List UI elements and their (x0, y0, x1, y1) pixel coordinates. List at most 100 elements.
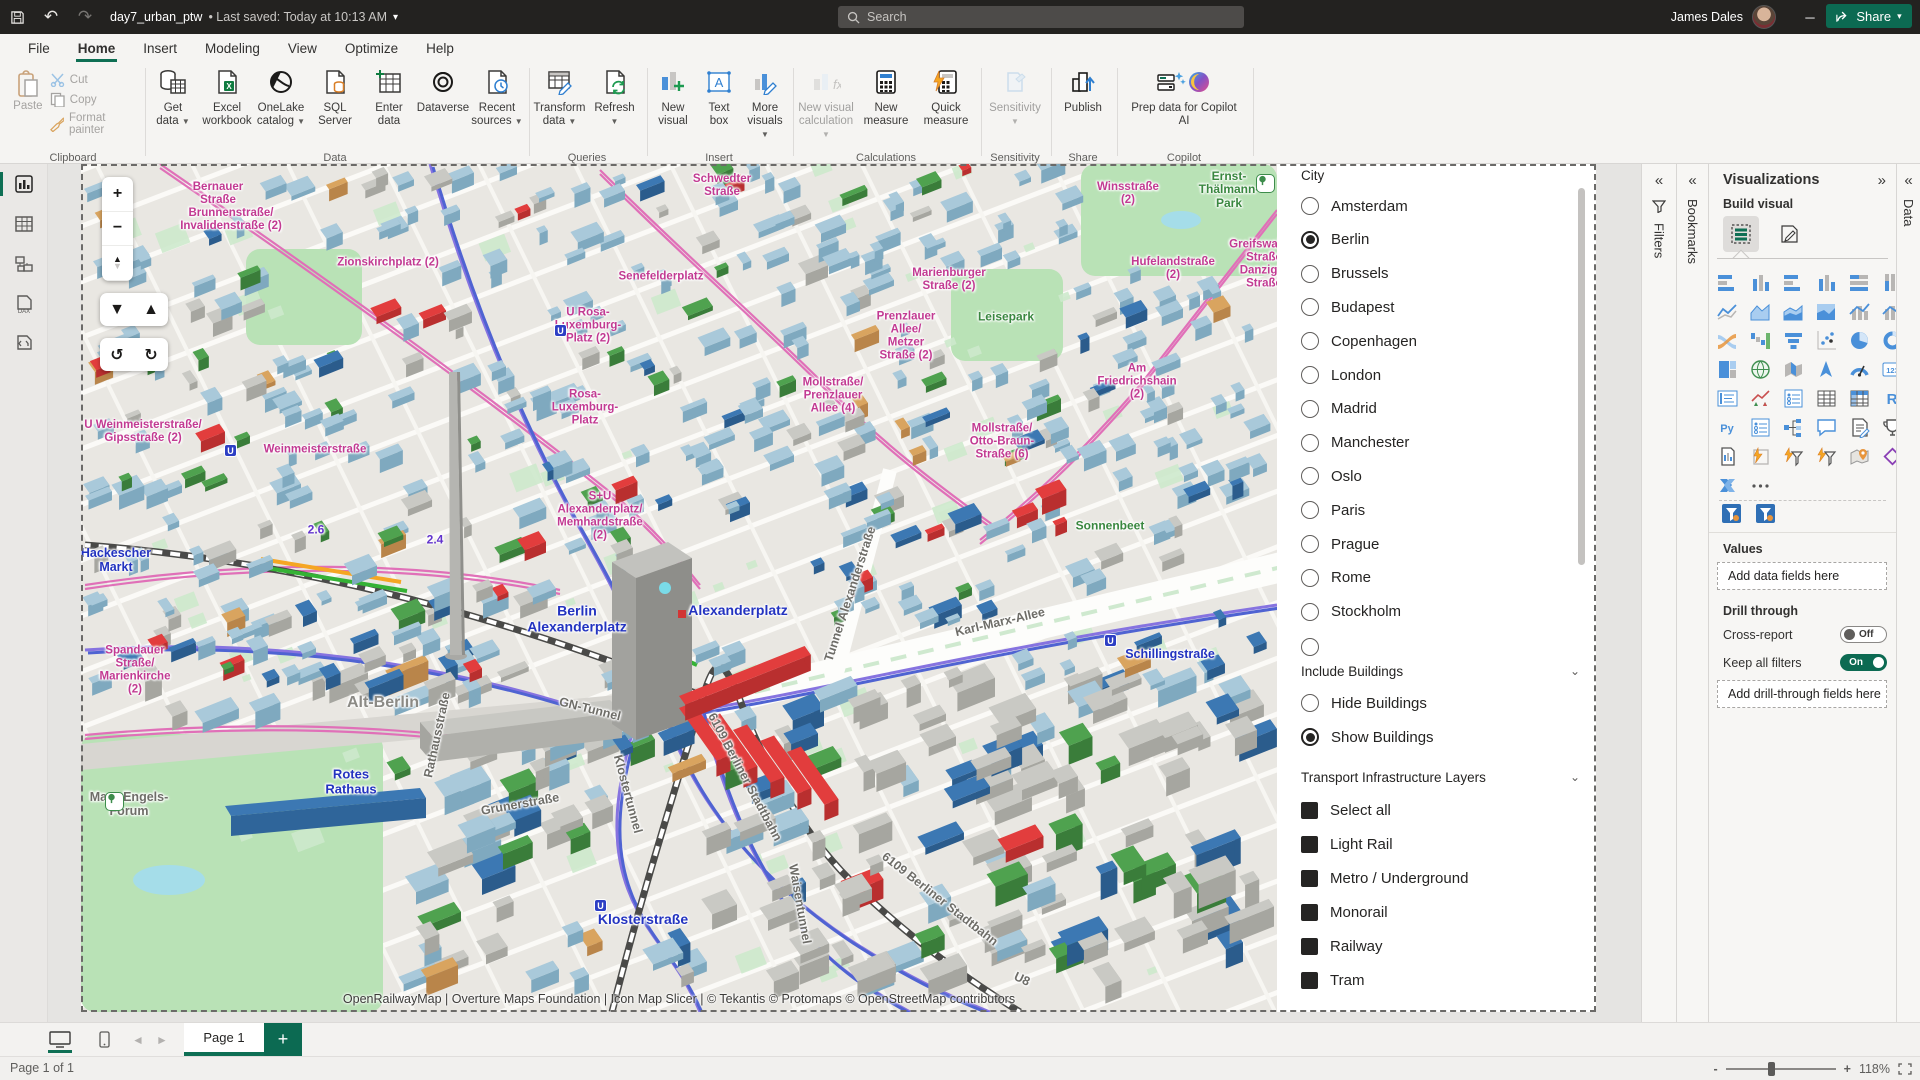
menu-tab-file[interactable]: File (14, 34, 64, 62)
share-button[interactable]: Share▾ (1826, 4, 1912, 28)
cross-report-toggle[interactable]: Off (1840, 626, 1887, 643)
visual-type-paginated-report[interactable] (1715, 444, 1739, 468)
save-icon[interactable] (0, 0, 34, 34)
visual-type-area[interactable] (1748, 299, 1772, 323)
city-option-stockholm[interactable]: Stockholm (1301, 600, 1401, 624)
city-option-brussels[interactable]: Brussels (1301, 262, 1389, 286)
city-option-prague[interactable]: Prague (1301, 532, 1379, 556)
zoom-slider-handle[interactable] (1768, 1062, 1775, 1076)
visual-type-tuple-slicer[interactable] (1748, 415, 1772, 439)
city-option-berlin[interactable]: Berlin (1301, 228, 1369, 252)
zoom-out-button[interactable]: - (1713, 1062, 1717, 1076)
visual-type-qa[interactable] (1814, 415, 1838, 439)
get-data-button[interactable]: Getdata ▼ (146, 64, 200, 128)
city-option-london[interactable]: London (1301, 363, 1381, 387)
keep-all-filters-toggle[interactable]: On (1840, 654, 1887, 671)
expand-data-icon[interactable]: « (1897, 172, 1920, 189)
excel-workbook-button[interactable]: XExcelworkbook (200, 64, 254, 128)
filters-pane-collapsed[interactable]: « Filters (1641, 164, 1676, 1022)
sql-server-button[interactable]: SQLServer (308, 64, 362, 128)
publish-button[interactable]: Publish (1054, 64, 1112, 115)
zoom-in-button[interactable]: + (1844, 1062, 1851, 1076)
new-measure-button[interactable]: Newmeasure (856, 64, 916, 128)
data-pane-collapsed[interactable]: « Data (1896, 164, 1920, 1022)
menu-tab-help[interactable]: Help (412, 34, 468, 62)
visual-type-multi-row-card[interactable] (1715, 386, 1739, 410)
mobile-layout-button[interactable] (82, 1023, 126, 1056)
visual-type-clustered-column[interactable] (1814, 270, 1838, 294)
visual-type-decomposition-tree[interactable] (1781, 415, 1805, 439)
visual-type-scatter[interactable] (1814, 328, 1838, 352)
icon-map-slicer[interactable] (1721, 503, 1743, 525)
icon-map-slicer-2[interactable] (1755, 503, 1777, 525)
menu-tab-insert[interactable]: Insert (129, 34, 191, 62)
visual-type-stacked-bar[interactable] (1715, 270, 1739, 294)
visual-type-python[interactable]: Py (1715, 415, 1739, 439)
visual-type-more[interactable] (1748, 473, 1772, 497)
visual-type-matrix[interactable] (1847, 386, 1871, 410)
menu-tab-modeling[interactable]: Modeling (191, 34, 274, 62)
onelake-catalog-button[interactable]: OneLakecatalog ▼ (254, 64, 308, 128)
add-page-button[interactable]: + (264, 1023, 302, 1056)
more-visuals-button[interactable]: Morevisuals ▼ (742, 64, 788, 141)
buildings-option-hide[interactable]: Hide Buildings (1301, 691, 1427, 715)
add-data-fields-well[interactable]: Add data fields here (1717, 562, 1887, 590)
map-canvas[interactable] (81, 164, 1277, 1012)
buildings-option-show[interactable]: Show Buildings (1301, 725, 1434, 749)
sidebar-item-tmdl-view[interactable] (0, 324, 48, 364)
city-option-manchester[interactable]: Manchester (1301, 431, 1409, 455)
visual-type-slicer[interactable] (1781, 386, 1805, 410)
transport-option-light-rail[interactable]: Light Rail (1301, 832, 1393, 856)
zoom-slider[interactable] (1726, 1068, 1836, 1070)
city-option-copenhagen[interactable]: Copenhagen (1301, 329, 1417, 353)
map-rotate-cw-button[interactable]: ↻ (134, 338, 168, 371)
fit-to-page-icon[interactable] (1898, 1063, 1912, 1075)
map-rotate-ccw-button[interactable]: ↺ (100, 338, 134, 371)
transport-option-select-all[interactable]: Select all (1301, 798, 1391, 822)
visual-type-100-stacked-area[interactable] (1814, 299, 1838, 323)
city-option-rome[interactable]: Rome (1301, 566, 1371, 590)
search-input[interactable]: Search (838, 6, 1244, 28)
transport-option-railway[interactable]: Railway (1301, 934, 1383, 958)
city-option-amsterdam[interactable]: Amsterdam (1301, 194, 1408, 218)
expand-filters-icon[interactable]: « (1642, 172, 1676, 189)
dataverse-button[interactable]: Dataverse (416, 64, 470, 115)
map-tilt-down-button[interactable]: ▼ (100, 293, 134, 326)
add-drill-through-well[interactable]: Add drill-through fields here (1717, 680, 1887, 708)
visual-type-dynamic-slicer[interactable] (1814, 444, 1838, 468)
title-dropdown-caret[interactable]: ▾ (393, 12, 398, 23)
transform-data-button[interactable]: Transformdata ▼ (532, 64, 587, 128)
bookmarks-pane-collapsed[interactable]: « Bookmarks (1676, 164, 1708, 1022)
city-option-oslo[interactable]: Oslo (1301, 464, 1362, 488)
transport-option-tram[interactable]: Tram (1301, 968, 1364, 992)
menu-tab-view[interactable]: View (274, 34, 331, 62)
icon-map-visual[interactable]: Bernauer StraßeSchwedter StraßeBrunnenst… (81, 164, 1277, 1012)
city-option-paris[interactable]: Paris (1301, 498, 1365, 522)
visual-type-map[interactable] (1748, 357, 1772, 381)
refresh-button[interactable]: Refresh ▼ (587, 64, 642, 128)
prep-data-for-copilot-ai-button[interactable]: Prep data for CopilotAI (1120, 64, 1248, 128)
desktop-layout-button[interactable] (38, 1023, 82, 1056)
map-pitch-button[interactable]: ▲▼ (102, 246, 133, 281)
sidebar-item-report-view[interactable] (0, 164, 48, 204)
visual-type-clustered-bar[interactable] (1781, 270, 1805, 294)
sidebar-item-table-view[interactable] (0, 204, 48, 244)
visual-type-treemap[interactable] (1715, 357, 1739, 381)
visual-type-power-automate[interactable] (1715, 473, 1739, 497)
page-tab[interactable]: Page 1 (184, 1023, 264, 1056)
visual-type-pie[interactable] (1847, 328, 1871, 352)
transport-option-metro-underground[interactable]: Metro / Underground (1301, 866, 1468, 890)
enter-data-button[interactable]: Enterdata (362, 64, 416, 128)
visual-type-filled-map[interactable] (1781, 357, 1805, 381)
visual-type-funnel[interactable] (1781, 328, 1805, 352)
expand-bookmarks-icon[interactable]: « (1677, 172, 1708, 189)
format-visual-mode-button[interactable] (1771, 216, 1807, 252)
visual-type-stacked-column[interactable] (1748, 270, 1772, 294)
transport-layers-collapse-icon[interactable]: ⌄ (1570, 770, 1580, 784)
menu-tab-optimize[interactable]: Optimize (331, 34, 412, 62)
map-tilt-up-button[interactable]: ▲ (134, 293, 168, 326)
menu-tab-home[interactable]: Home (64, 34, 130, 62)
undo-icon[interactable]: ↶ (34, 0, 68, 34)
account-zone[interactable]: James Dales (1671, 0, 1776, 34)
visual-type-smart-narrative[interactable] (1847, 415, 1871, 439)
